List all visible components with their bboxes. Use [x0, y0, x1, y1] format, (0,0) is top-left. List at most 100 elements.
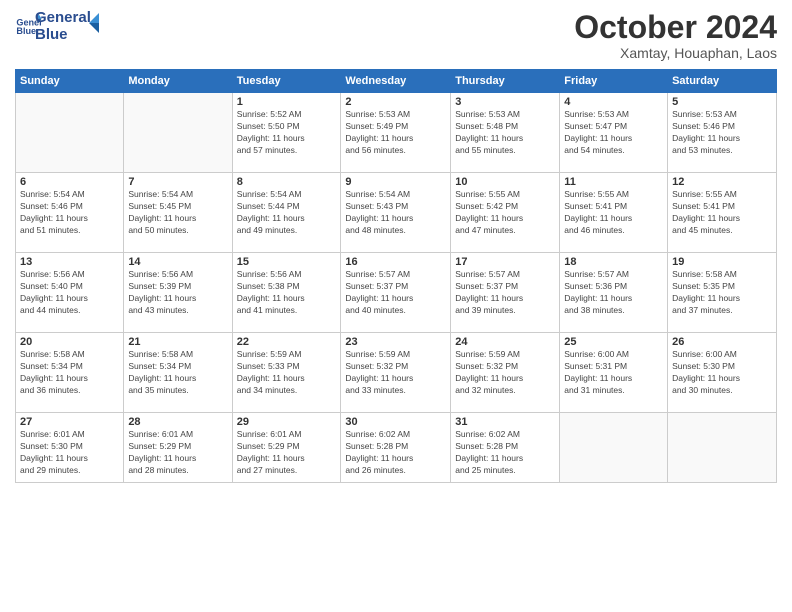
day-info: Sunrise: 5:54 AMSunset: 5:43 PMDaylight:… [345, 189, 446, 237]
day-number: 17 [455, 256, 555, 268]
calendar-week-row: 20Sunrise: 5:58 AMSunset: 5:34 PMDayligh… [16, 333, 777, 413]
calendar-header-tuesday: Tuesday [232, 70, 341, 93]
day-info: Sunrise: 5:56 AMSunset: 5:40 PMDaylight:… [20, 269, 119, 317]
calendar-cell: 4Sunrise: 5:53 AMSunset: 5:47 PMDaylight… [560, 93, 668, 173]
calendar-cell: 22Sunrise: 5:59 AMSunset: 5:33 PMDayligh… [232, 333, 341, 413]
logo-line2: Blue [35, 27, 91, 44]
location: Xamtay, Houaphan, Laos [574, 45, 777, 61]
day-info: Sunrise: 5:54 AMSunset: 5:44 PMDaylight:… [237, 189, 337, 237]
calendar-cell: 5Sunrise: 5:53 AMSunset: 5:46 PMDaylight… [668, 93, 777, 173]
day-info: Sunrise: 5:58 AMSunset: 5:34 PMDaylight:… [128, 349, 227, 397]
day-number: 8 [237, 176, 337, 188]
day-number: 4 [564, 96, 663, 108]
calendar-cell: 30Sunrise: 6:02 AMSunset: 5:28 PMDayligh… [341, 413, 451, 483]
calendar-cell: 27Sunrise: 6:01 AMSunset: 5:30 PMDayligh… [16, 413, 124, 483]
day-number: 28 [128, 416, 227, 428]
day-number: 21 [128, 336, 227, 348]
day-info: Sunrise: 5:59 AMSunset: 5:33 PMDaylight:… [237, 349, 337, 397]
day-number: 19 [672, 256, 772, 268]
calendar-week-row: 27Sunrise: 6:01 AMSunset: 5:30 PMDayligh… [16, 413, 777, 483]
day-number: 7 [128, 176, 227, 188]
calendar-cell [124, 93, 232, 173]
calendar-cell [560, 413, 668, 483]
day-info: Sunrise: 6:01 AMSunset: 5:29 PMDaylight:… [237, 429, 337, 477]
day-info: Sunrise: 5:53 AMSunset: 5:46 PMDaylight:… [672, 109, 772, 157]
calendar-cell: 11Sunrise: 5:55 AMSunset: 5:41 PMDayligh… [560, 173, 668, 253]
calendar-cell: 26Sunrise: 6:00 AMSunset: 5:30 PMDayligh… [668, 333, 777, 413]
day-number: 15 [237, 256, 337, 268]
day-number: 18 [564, 256, 663, 268]
day-number: 27 [20, 416, 119, 428]
calendar-cell: 8Sunrise: 5:54 AMSunset: 5:44 PMDaylight… [232, 173, 341, 253]
day-number: 1 [237, 96, 337, 108]
day-number: 30 [345, 416, 446, 428]
day-info: Sunrise: 5:53 AMSunset: 5:48 PMDaylight:… [455, 109, 555, 157]
day-info: Sunrise: 5:55 AMSunset: 5:41 PMDaylight:… [564, 189, 663, 237]
day-number: 16 [345, 256, 446, 268]
calendar-header-sunday: Sunday [16, 70, 124, 93]
day-number: 31 [455, 416, 555, 428]
calendar-header-friday: Friday [560, 70, 668, 93]
day-number: 3 [455, 96, 555, 108]
month-title: October 2024 [574, 10, 777, 45]
day-info: Sunrise: 6:02 AMSunset: 5:28 PMDaylight:… [345, 429, 446, 477]
calendar-cell: 15Sunrise: 5:56 AMSunset: 5:38 PMDayligh… [232, 253, 341, 333]
calendar-cell: 17Sunrise: 5:57 AMSunset: 5:37 PMDayligh… [451, 253, 560, 333]
calendar-cell: 25Sunrise: 6:00 AMSunset: 5:31 PMDayligh… [560, 333, 668, 413]
title-area: October 2024 Xamtay, Houaphan, Laos [574, 10, 777, 61]
calendar-header-thursday: Thursday [451, 70, 560, 93]
calendar-cell: 28Sunrise: 6:01 AMSunset: 5:29 PMDayligh… [124, 413, 232, 483]
calendar-page: General Blue General Blue October 2024 X… [0, 0, 792, 612]
calendar-cell: 12Sunrise: 5:55 AMSunset: 5:41 PMDayligh… [668, 173, 777, 253]
calendar-cell: 3Sunrise: 5:53 AMSunset: 5:48 PMDaylight… [451, 93, 560, 173]
calendar-header-row: SundayMondayTuesdayWednesdayThursdayFrid… [16, 70, 777, 93]
calendar-cell: 14Sunrise: 5:56 AMSunset: 5:39 PMDayligh… [124, 253, 232, 333]
day-info: Sunrise: 5:55 AMSunset: 5:41 PMDaylight:… [672, 189, 772, 237]
day-number: 2 [345, 96, 446, 108]
calendar-week-row: 13Sunrise: 5:56 AMSunset: 5:40 PMDayligh… [16, 253, 777, 333]
day-number: 12 [672, 176, 772, 188]
day-info: Sunrise: 5:57 AMSunset: 5:36 PMDaylight:… [564, 269, 663, 317]
day-info: Sunrise: 5:58 AMSunset: 5:35 PMDaylight:… [672, 269, 772, 317]
calendar-cell: 1Sunrise: 5:52 AMSunset: 5:50 PMDaylight… [232, 93, 341, 173]
calendar-cell: 21Sunrise: 5:58 AMSunset: 5:34 PMDayligh… [124, 333, 232, 413]
calendar-cell: 20Sunrise: 5:58 AMSunset: 5:34 PMDayligh… [16, 333, 124, 413]
svg-text:Blue: Blue [16, 26, 36, 36]
day-number: 10 [455, 176, 555, 188]
day-info: Sunrise: 5:56 AMSunset: 5:39 PMDaylight:… [128, 269, 227, 317]
day-info: Sunrise: 5:57 AMSunset: 5:37 PMDaylight:… [455, 269, 555, 317]
day-info: Sunrise: 6:00 AMSunset: 5:31 PMDaylight:… [564, 349, 663, 397]
calendar-cell: 31Sunrise: 6:02 AMSunset: 5:28 PMDayligh… [451, 413, 560, 483]
day-info: Sunrise: 5:54 AMSunset: 5:46 PMDaylight:… [20, 189, 119, 237]
day-info: Sunrise: 5:54 AMSunset: 5:45 PMDaylight:… [128, 189, 227, 237]
day-number: 25 [564, 336, 663, 348]
calendar-cell: 13Sunrise: 5:56 AMSunset: 5:40 PMDayligh… [16, 253, 124, 333]
day-number: 20 [20, 336, 119, 348]
header: General Blue General Blue October 2024 X… [15, 10, 777, 61]
calendar-cell: 6Sunrise: 5:54 AMSunset: 5:46 PMDaylight… [16, 173, 124, 253]
calendar-cell: 16Sunrise: 5:57 AMSunset: 5:37 PMDayligh… [341, 253, 451, 333]
day-number: 11 [564, 176, 663, 188]
calendar-week-row: 6Sunrise: 5:54 AMSunset: 5:46 PMDaylight… [16, 173, 777, 253]
day-number: 22 [237, 336, 337, 348]
day-info: Sunrise: 5:53 AMSunset: 5:47 PMDaylight:… [564, 109, 663, 157]
calendar-cell [16, 93, 124, 173]
day-info: Sunrise: 6:01 AMSunset: 5:29 PMDaylight:… [128, 429, 227, 477]
day-info: Sunrise: 5:55 AMSunset: 5:42 PMDaylight:… [455, 189, 555, 237]
calendar-cell: 2Sunrise: 5:53 AMSunset: 5:49 PMDaylight… [341, 93, 451, 173]
calendar-cell: 9Sunrise: 5:54 AMSunset: 5:43 PMDaylight… [341, 173, 451, 253]
day-number: 23 [345, 336, 446, 348]
day-info: Sunrise: 5:58 AMSunset: 5:34 PMDaylight:… [20, 349, 119, 397]
calendar-cell: 23Sunrise: 5:59 AMSunset: 5:32 PMDayligh… [341, 333, 451, 413]
day-info: Sunrise: 5:56 AMSunset: 5:38 PMDaylight:… [237, 269, 337, 317]
day-number: 13 [20, 256, 119, 268]
calendar-cell: 24Sunrise: 5:59 AMSunset: 5:32 PMDayligh… [451, 333, 560, 413]
logo: General Blue General Blue [15, 10, 109, 43]
day-number: 29 [237, 416, 337, 428]
calendar-table: SundayMondayTuesdayWednesdayThursdayFrid… [15, 69, 777, 483]
day-info: Sunrise: 6:01 AMSunset: 5:30 PMDaylight:… [20, 429, 119, 477]
calendar-cell: 7Sunrise: 5:54 AMSunset: 5:45 PMDaylight… [124, 173, 232, 253]
day-number: 26 [672, 336, 772, 348]
day-info: Sunrise: 6:02 AMSunset: 5:28 PMDaylight:… [455, 429, 555, 477]
calendar-cell: 19Sunrise: 5:58 AMSunset: 5:35 PMDayligh… [668, 253, 777, 333]
